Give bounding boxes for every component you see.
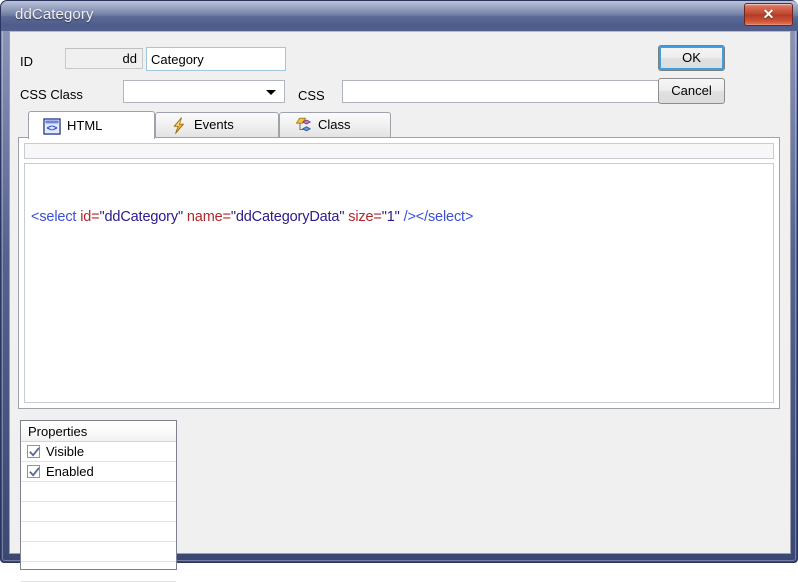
property-row[interactable]: Visible: [21, 442, 176, 462]
code-token-val: "ddCategoryData": [230, 209, 345, 225]
ok-button[interactable]: OK: [658, 45, 725, 71]
code-token-attr: size=: [348, 209, 382, 225]
code-brackets-icon: <>: [43, 118, 61, 135]
chevron-down-icon: [266, 90, 276, 95]
css-class-label: CSS Class: [20, 87, 83, 102]
lightning-bolt-icon: [170, 117, 188, 134]
code-token-tag: /></select>: [399, 209, 474, 225]
property-row: [21, 522, 176, 542]
tab-class-label: Class: [318, 117, 351, 132]
title-bar[interactable]: ddCategory ✕: [1, 1, 798, 31]
code-token-val: "ddCategory": [99, 209, 184, 225]
tab-events-label: Events: [194, 117, 234, 132]
dialog-window: ddCategory ✕ ID dd CSS Class CSS OK Canc…: [0, 0, 798, 582]
html-code-editor[interactable]: <select id="ddCategory" name="ddCategory…: [24, 163, 774, 403]
close-icon: ✕: [762, 6, 775, 22]
tab-class[interactable]: Class: [279, 112, 391, 138]
cancel-button[interactable]: Cancel: [658, 78, 725, 104]
window-title: ddCategory: [15, 6, 94, 23]
property-row: [21, 502, 176, 522]
dialog-client-area: ID dd CSS Class CSS OK Cancel <>: [9, 31, 791, 582]
code-line: <select id="ddCategory" name="ddCategory…: [31, 209, 473, 225]
close-button[interactable]: ✕: [744, 3, 793, 26]
svg-text:<>: <>: [47, 123, 58, 133]
css-label: CSS: [298, 88, 325, 103]
property-row: [21, 562, 176, 582]
code-token-val: "1": [381, 209, 400, 225]
diamond-shapes-icon: [294, 117, 312, 134]
property-label: Visible: [46, 444, 85, 459]
tab-html[interactable]: <> HTML: [28, 111, 155, 139]
id-label: ID: [20, 54, 33, 69]
check-icon: [29, 447, 40, 457]
code-token-tag: <select: [31, 209, 81, 225]
title-bar-gloss: [1, 1, 798, 14]
tab-events[interactable]: Events: [155, 112, 279, 138]
css-class-dropdown[interactable]: [123, 80, 285, 103]
check-icon: [29, 467, 40, 477]
id-input[interactable]: [146, 47, 286, 71]
tab-strip: <> HTML Events Class: [18, 111, 780, 139]
id-prefix-field: dd: [65, 48, 143, 69]
checkbox-enabled[interactable]: [27, 465, 40, 478]
property-row: [21, 542, 176, 562]
code-token-attr: id=: [80, 209, 100, 225]
code-token-attr: name=: [186, 209, 231, 225]
tab-page-html: <select id="ddCategory" name="ddCategory…: [18, 137, 780, 409]
editor-toolbar[interactable]: [24, 143, 774, 159]
property-row[interactable]: Enabled: [21, 462, 176, 482]
properties-grid: Properties Visible Enabled: [20, 420, 177, 582]
properties-header: Properties: [21, 421, 176, 442]
checkbox-visible[interactable]: [27, 445, 40, 458]
property-label: Enabled: [46, 464, 94, 479]
property-row: [21, 482, 176, 502]
tab-html-label: HTML: [67, 118, 103, 133]
